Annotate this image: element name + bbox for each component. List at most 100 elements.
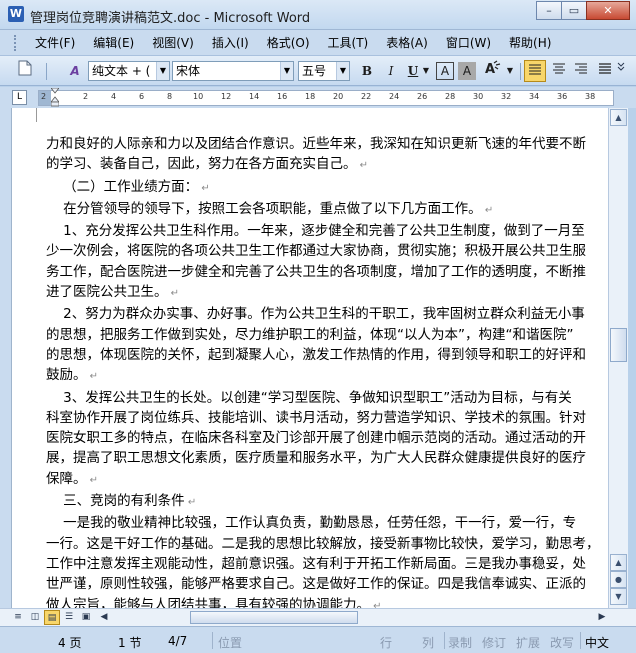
document-line[interactable]: 一行。这是干好工作的基础。二是我的思想比较解放，接受新事物比较快，爱学习，勤思考… [46,534,608,554]
next-page-icon[interactable]: ▼ [610,588,627,605]
status-separator [444,632,445,649]
status-language[interactable]: 中文 [585,634,609,651]
document-line-text: 做人宗旨，能够与人团结共事，具有较强的协调能力。 [46,596,370,608]
ruler-tick: 2 [83,92,89,101]
vertical-scroll-thumb[interactable] [610,328,627,362]
horizontal-scroll-thumb[interactable] [190,611,358,624]
menu-tools[interactable]: 工具(T) [319,32,378,53]
toolbar-separator [520,63,521,80]
font-select-value: 宋体 [176,64,201,78]
menu-view[interactable]: 视图(V) [143,32,203,53]
document-line[interactable]: 的思想，体现医院的关怀，起到凝聚人心，激发工作热情的作用，得到领导和职工的好评和 [46,345,608,365]
document-line[interactable]: 世严谨，原则性较强，能够严格要求自己。这是做好工作的保证。四是我信奉诚实、正派的 [46,574,608,594]
menu-help[interactable]: 帮助(H) [500,32,560,53]
font-size-select[interactable]: 五号 ▼ [298,61,350,81]
status-page-of: 4/7 [168,634,188,648]
document-line[interactable]: 的思想，把服务工作做到实处，尽力维护职工的利益，体现“以人为本”，构建“和谐医院… [46,325,608,345]
document-line-text: 在分管领导的领导下，按照工会各项职能，重点做了以下几方面工作。 [46,200,482,217]
document-line[interactable]: 医院女职工多的特点，在临床各科室及门诊部开展了创建巾帼示范岗的活动。通过活动的开 [46,428,608,448]
reading-layout-icon[interactable]: ▣ [78,610,94,625]
bold-button[interactable]: B [356,60,378,82]
paragraph-mark-icon: ↵ [86,371,99,383]
toolbar-options-icon[interactable] [614,60,628,82]
scroll-up-icon[interactable]: ▲ [610,109,627,126]
align-center-button[interactable] [548,60,570,82]
menubar-grip[interactable] [14,34,18,51]
menu-insert[interactable]: 插入(I) [203,32,258,53]
print-layout-icon[interactable]: ▤ [44,610,60,625]
status-section: 1 节 [118,636,142,650]
menu-format[interactable]: 格式(O) [258,32,319,53]
record-macro-indicator[interactable]: 录制 [448,634,472,651]
paragraph-mark-icon: ↵ [86,474,99,486]
scroll-left-icon[interactable]: ◀ [96,610,112,625]
track-changes-indicator[interactable]: 修订 [482,634,506,651]
normal-view-icon[interactable]: ≡ [10,610,26,625]
menu-table[interactable]: 表格(A) [377,32,437,53]
web-layout-icon[interactable]: ◫ [27,610,43,625]
document-line-text: 医院女职工多的特点，在临床各科室及门诊部开展了创建巾帼示范岗的活动。通过活动的开 [46,430,586,447]
document-line[interactable]: 2、努力为群众办实事、办好事。作为公共卫生科的干职工，我牢固树立群众利益无小事 [46,304,608,324]
ruler-tick: 20 [333,92,344,101]
document-line-text: 的学习、装备自己，因此，努力在各方面充实自己。 [46,156,357,173]
tab-selector[interactable]: L [12,90,27,105]
document-line[interactable]: 三、竞岗的有利条件 ↵ [46,491,608,513]
text-effect-icon[interactable]: A [482,60,504,82]
chevron-down-icon[interactable]: ▼ [336,62,349,80]
document-line[interactable]: 务工作，配合医院进一步健全和完善了公共卫生的各项制度，增加了工作的透明度，不断推 [46,262,608,282]
document-line-text: 一是我的敬业精神比较强，工作认真负责，勤勤恳恳，任劳任怨，干一行，爱一行，专 [46,515,577,532]
indent-marker-icon[interactable] [51,88,59,107]
document-body[interactable]: 力和良好的人际亲和力以及团结合作意识。近些年来，我深知在知识更新飞速的年代要不断… [46,134,608,608]
paragraph-mark-icon: ↵ [198,182,210,194]
document-line[interactable]: 科室协作开展了岗位练兵、技能培训、读书月活动，努力营造学知识、学技术的氛围。针对 [46,408,608,428]
underline-dropdown-icon[interactable]: ▼ [420,60,432,82]
document-line[interactable]: 进了医院公共卫生。 ↵ [46,282,608,304]
distributed-align-button[interactable] [594,60,616,82]
vertical-scrollbar[interactable]: ▲ ▲ ● ▼ [608,108,628,608]
document-line[interactable]: 1、充分发挥公共卫生科作用。一年来，逐步健全和完善了公共卫生制度，做到了一月至 [46,221,608,241]
close-button[interactable]: ✕ [586,1,630,20]
align-right-button[interactable] [570,60,592,82]
document-line[interactable]: 做人宗旨，能够与人团结共事，具有较强的协调能力。 ↵ [46,595,608,608]
status-bar: 4 页 1 节 4/7 位置 行 列 录制 修订 扩展 改写 中文 [0,626,636,653]
document-area[interactable]: 力和良好的人际亲和力以及团结合作意识。近些年来，我深知在知识更新飞速的年代要不断… [11,108,608,608]
word-app-icon[interactable]: W [8,6,24,22]
document-line-text: 保障。 [46,470,87,487]
font-select[interactable]: 宋体 ▼ [172,61,294,81]
document-line[interactable]: （二）工作业绩方面： ↵ [46,177,608,199]
document-line[interactable]: 展，提高了职工思想文化素质，医疗质量和服务水平，为广大人民群众健康提供良好的医疗 [46,448,608,468]
minimize-button[interactable]: – [536,1,562,20]
ruler-tick: 24 [389,92,400,101]
chevron-down-icon[interactable]: ▼ [280,62,293,80]
scroll-right-icon[interactable]: ▶ [594,610,610,625]
new-document-icon[interactable] [14,60,36,82]
character-border-button[interactable]: A [436,62,454,80]
align-justify-button[interactable] [524,60,546,82]
maximize-button[interactable]: ▭ [561,1,587,20]
document-line[interactable]: 一是我的敬业精神比较强，工作认真负责，勤勤恳恳，任劳任怨，干一行，爱一行，专 [46,513,608,533]
document-line[interactable]: 少一次例会，将医院的各项公共卫生工作都通过大家协商，贯彻实施；积极开展公共卫生服 [46,241,608,261]
document-line[interactable]: 工作中注意发挥主观能动性，超前意识强。这有利于开拓工作新局面。三是我办事稳妥，处 [46,554,608,574]
horizontal-ruler-bar: L 2 2 4 6 8 10 12 14 16 18 20 22 24 26 2… [0,87,636,108]
document-line[interactable]: 在分管领导的领导下，按照工会各项职能，重点做了以下几方面工作。 ↵ [46,199,608,221]
document-line[interactable]: 的学习、装备自己，因此，努力在各方面充实自己。 ↵ [46,154,608,176]
document-line[interactable]: 力和良好的人际亲和力以及团结合作意识。近些年来，我深知在知识更新飞速的年代要不断 [46,134,608,154]
italic-button[interactable]: I [380,60,402,82]
document-line[interactable]: 3、发挥公共卫生的长处。以创建“学习型医院、争做知识型职工”活动为目标，与有关 [46,388,608,408]
chevron-down-icon[interactable]: ▼ [156,62,169,80]
extend-selection-indicator[interactable]: 扩展 [516,634,540,651]
chevron-down-icon[interactable]: ▼ [504,60,516,82]
menu-edit[interactable]: 编辑(E) [84,32,143,53]
overtype-indicator[interactable]: 改写 [550,634,574,651]
document-line[interactable]: 保障。 ↵ [46,469,608,491]
style-select[interactable]: 纯文本 + ( ▼ [88,61,170,81]
outline-view-icon[interactable]: ☰ [61,610,77,625]
browse-object-icon[interactable]: ● [610,571,627,588]
character-shading-button[interactable]: A [458,62,476,80]
menu-file[interactable]: 文件(F) [26,32,84,53]
previous-page-icon[interactable]: ▲ [610,554,627,571]
menu-window[interactable]: 窗口(W) [437,32,500,53]
horizontal-ruler[interactable]: 2 2 4 6 8 10 12 14 16 18 20 22 24 26 28 … [38,90,614,106]
styles-and-formatting-icon[interactable]: A [64,60,86,82]
document-line[interactable]: 鼓励。 ↵ [46,365,608,387]
